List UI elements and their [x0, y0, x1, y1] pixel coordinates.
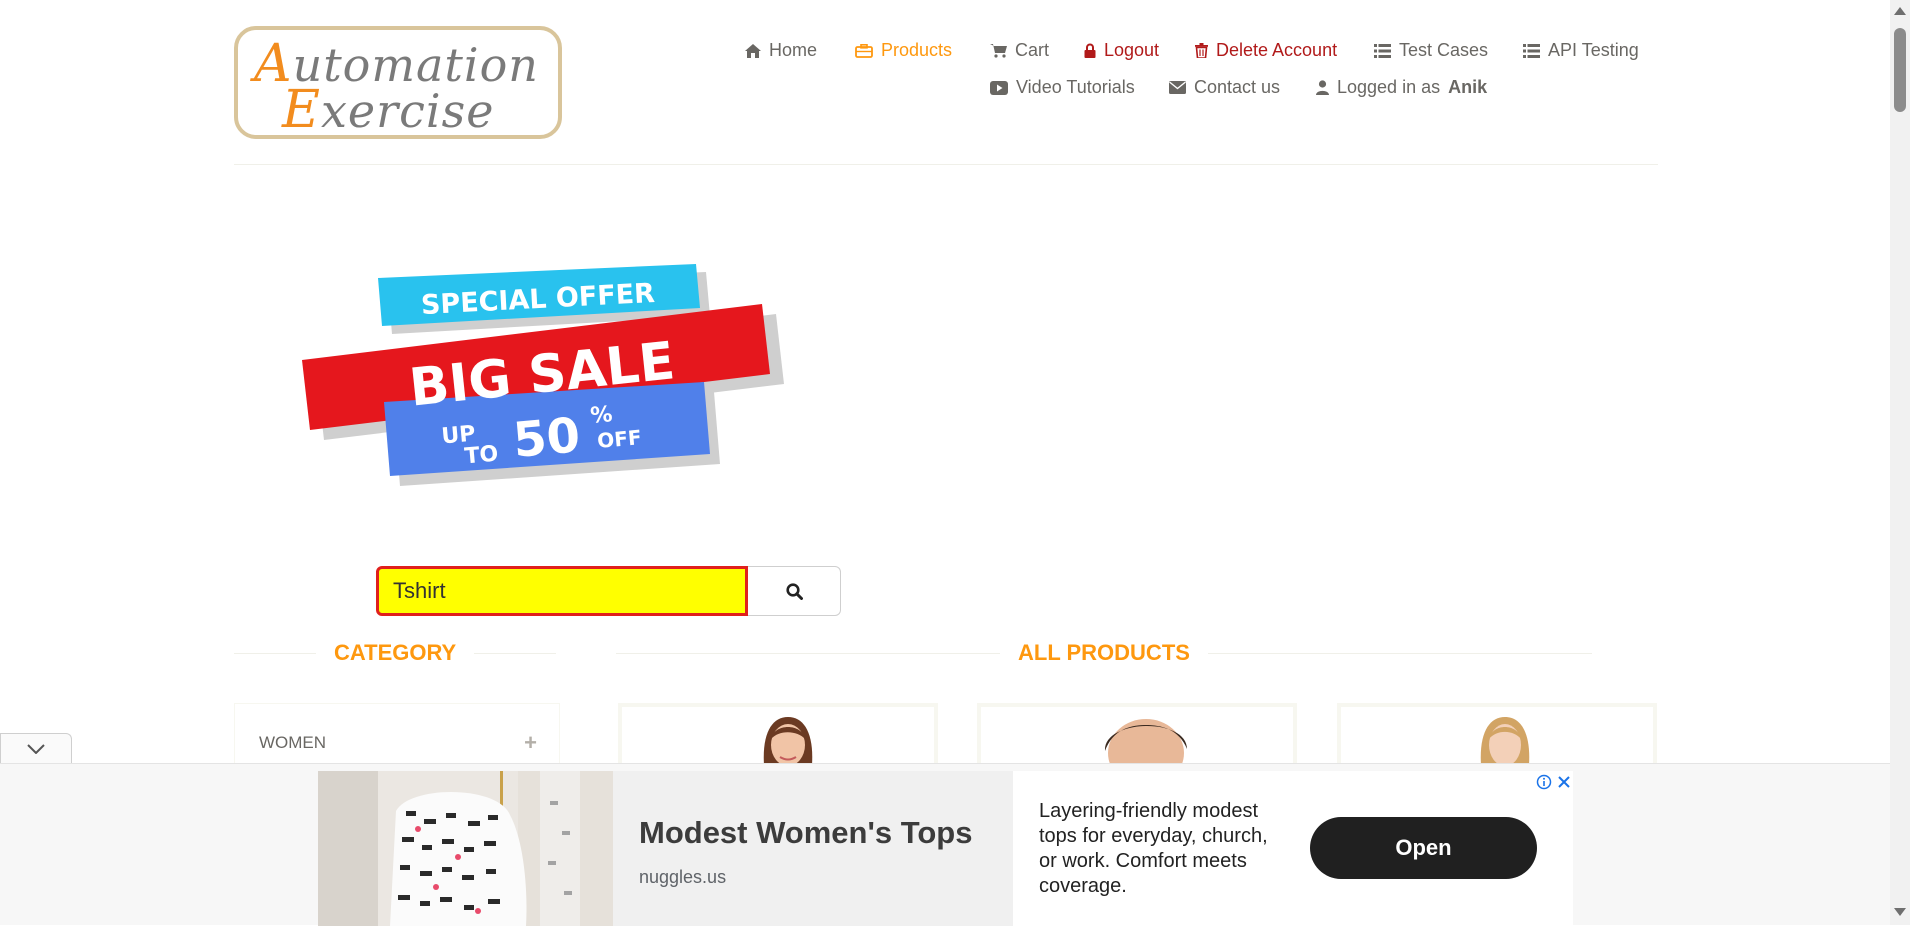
- vertical-scrollbar[interactable]: [1890, 0, 1910, 925]
- logged-in-label: Logged in as: [1337, 77, 1441, 97]
- banner-50: 50: [511, 407, 582, 469]
- header-divider: [234, 164, 1658, 165]
- nav-delete-account-label: Delete Account: [1216, 40, 1338, 60]
- nav-video-tutorials-label: Video Tutorials: [1016, 77, 1135, 97]
- ad-title[interactable]: Modest Women's Tops: [639, 815, 972, 851]
- ad-description: Layering-friendly modest tops for everyd…: [1039, 800, 1268, 897]
- big-sale-banner: SPECIAL OFFER BIG SALE UP TO 50 % OFF: [302, 264, 784, 486]
- cart-icon: [990, 44, 1007, 58]
- title-divider: [474, 652, 557, 654]
- product-card[interactable]: [977, 703, 1297, 763]
- banner-to: TO: [464, 442, 500, 470]
- nav-delete-account[interactable]: Delete Account: [1195, 40, 1337, 61]
- search-input[interactable]: [376, 566, 748, 616]
- product-image: [1480, 717, 1530, 763]
- ad-headline-area[interactable]: Modest Women's Tops nuggles.us: [613, 771, 1013, 926]
- list-icon: [1523, 43, 1540, 58]
- products-title-row: ALL PRODUCTS: [616, 638, 1592, 668]
- trash-icon: [1195, 43, 1208, 58]
- logged-in-username: Anik: [1448, 77, 1488, 97]
- close-icon[interactable]: [1556, 774, 1572, 790]
- ad-image[interactable]: [318, 771, 613, 926]
- scroll-up-arrow[interactable]: [1894, 7, 1906, 15]
- nav-contact-us-label: Contact us: [1194, 77, 1281, 97]
- plus-icon[interactable]: +: [524, 732, 537, 754]
- category-women[interactable]: WOMEN +: [259, 732, 537, 754]
- ad-open-button[interactable]: Open: [1310, 817, 1537, 879]
- product-search: [376, 566, 841, 616]
- scroll-down-arrow[interactable]: [1894, 908, 1906, 916]
- ad-domain: nuggles.us: [639, 867, 727, 887]
- nav-cart[interactable]: Cart: [990, 40, 1049, 61]
- page: Automation Exercise Home Products Cart L…: [0, 0, 1890, 926]
- nav-cart-label: Cart: [1015, 40, 1050, 60]
- site-logo[interactable]: Automation Exercise: [234, 26, 562, 140]
- nav-api-testing[interactable]: API Testing: [1523, 40, 1639, 61]
- banner-percent: %: [589, 402, 613, 429]
- nav-logout[interactable]: Logout: [1084, 40, 1159, 61]
- nav-home-label: Home: [769, 40, 818, 60]
- logo-letter-e: E: [282, 80, 321, 140]
- nav-test-cases-label: Test Cases: [1399, 40, 1489, 60]
- nav-logout-label: Logout: [1104, 40, 1160, 60]
- list-icon: [1374, 43, 1391, 58]
- search-button[interactable]: [748, 566, 841, 616]
- category-women-label: WOMEN: [259, 733, 327, 752]
- nav-logged-in: Logged in as Anik: [1316, 77, 1487, 98]
- envelope-icon: [1169, 81, 1186, 94]
- category-panel: WOMEN +: [234, 703, 560, 763]
- search-icon: [785, 582, 803, 600]
- ad-content: Layering-friendly modest tops for everyd…: [1013, 771, 1573, 926]
- youtube-play-icon: [990, 80, 1008, 95]
- banner-off: OFF: [596, 425, 642, 453]
- category-title: CATEGORY: [334, 640, 457, 665]
- title-divider: [1207, 652, 1592, 654]
- nav-video-tutorials[interactable]: Video Tutorials: [990, 77, 1135, 98]
- ad-collapse-button[interactable]: [0, 733, 72, 763]
- nav-api-testing-label: API Testing: [1548, 40, 1639, 60]
- product-card[interactable]: [1337, 703, 1657, 763]
- info-icon[interactable]: [1536, 774, 1552, 790]
- title-divider: [616, 652, 1000, 654]
- category-title-row: CATEGORY: [234, 638, 557, 668]
- scroll-thumb[interactable]: [1894, 28, 1906, 112]
- product-card[interactable]: [618, 703, 938, 763]
- nav-home[interactable]: Home: [745, 40, 817, 61]
- title-divider: [234, 652, 316, 654]
- ad-banner: Modest Women's Tops nuggles.us Layering-…: [0, 763, 1890, 926]
- chevron-down-icon: [27, 743, 45, 754]
- all-products-title: ALL PRODUCTS: [1018, 640, 1190, 665]
- logo-text-line2: xercise: [320, 84, 495, 138]
- ad-photo: [318, 771, 613, 926]
- user-icon: [1316, 80, 1329, 95]
- nav-products-label: Products: [881, 40, 953, 60]
- product-image: [763, 717, 813, 763]
- lock-icon: [1084, 43, 1096, 58]
- nav-contact-us[interactable]: Contact us: [1169, 77, 1280, 98]
- home-icon: [745, 43, 761, 58]
- product-image: [1104, 719, 1187, 763]
- nav-test-cases[interactable]: Test Cases: [1374, 40, 1488, 61]
- nav-products[interactable]: Products: [855, 40, 952, 61]
- briefcase-icon: [855, 43, 873, 58]
